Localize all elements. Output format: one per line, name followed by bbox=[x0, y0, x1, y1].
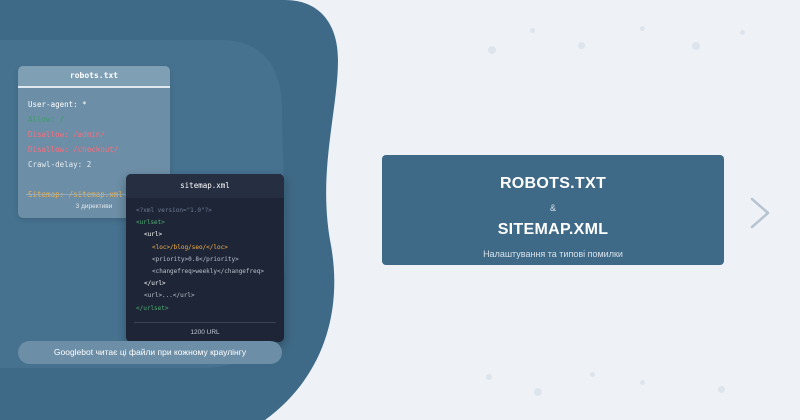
title-ampersand: & bbox=[549, 203, 556, 213]
sitemap-code-line: <urlset> bbox=[136, 219, 165, 227]
robots-code-line: Disallow: /admin/ bbox=[28, 130, 105, 139]
sitemap-code-line: </urlset> bbox=[136, 304, 169, 312]
title-line-1: ROBOTS.TXT bbox=[499, 175, 607, 192]
decorative-dot bbox=[578, 42, 585, 49]
decorative-dot bbox=[488, 46, 496, 54]
decorative-dot bbox=[640, 26, 645, 31]
decorative-dot bbox=[534, 388, 542, 396]
decorative-dot bbox=[740, 30, 745, 35]
decorative-dot bbox=[530, 28, 535, 33]
sitemap-code-line: <loc>/blog/seo/</loc> bbox=[152, 243, 228, 251]
chevron-right-icon[interactable] bbox=[748, 196, 772, 230]
title-line-2: SITEMAP.XML bbox=[497, 221, 609, 238]
sitemap-card-title: sitemap.xml bbox=[126, 174, 284, 198]
title-subtitle: Налаштування та типові помилки bbox=[483, 249, 623, 259]
robots-code-line: Crawl-delay: 2 bbox=[28, 160, 92, 169]
robots-code-line: User-agent: * bbox=[28, 100, 87, 109]
robots-code-line: Disallow: /checkout/ bbox=[28, 145, 119, 154]
sitemap-card-footer: 1200 URL bbox=[134, 322, 276, 336]
robots-card-title: robots.txt bbox=[18, 66, 170, 88]
sitemap-code-line: <changefreq>weekly</changefreq> bbox=[152, 267, 264, 275]
decorative-dot bbox=[692, 42, 700, 50]
sitemap-code-line: <priority>0.8</priority> bbox=[152, 255, 239, 263]
sitemap-code-line: <?xml version="1.0"?> bbox=[136, 207, 212, 214]
robots-code-line: Allow: / bbox=[28, 115, 65, 124]
sitemap-xml-card: sitemap.xml <?xml version="1.0"?> <urlset… bbox=[126, 174, 284, 342]
crawl-caption: Googlebot читає ці файли при кожному кра… bbox=[18, 341, 282, 364]
decorative-dot bbox=[640, 380, 645, 385]
decorative-dot bbox=[590, 372, 595, 377]
sitemap-code-line: <url> bbox=[144, 231, 163, 239]
decorative-dot bbox=[718, 386, 725, 393]
sitemap-code-line: </url> bbox=[144, 280, 166, 288]
sitemap-code-lines: <?xml version="1.0"?> <urlset> <url> <loc>/… bbox=[126, 198, 284, 315]
sitemap-code-line: <url>...</url> bbox=[144, 292, 195, 300]
decorative-dot bbox=[486, 374, 492, 380]
title-box: ROBOTS.TXT & SITEMAP.XML Налаштування та… bbox=[382, 155, 724, 265]
